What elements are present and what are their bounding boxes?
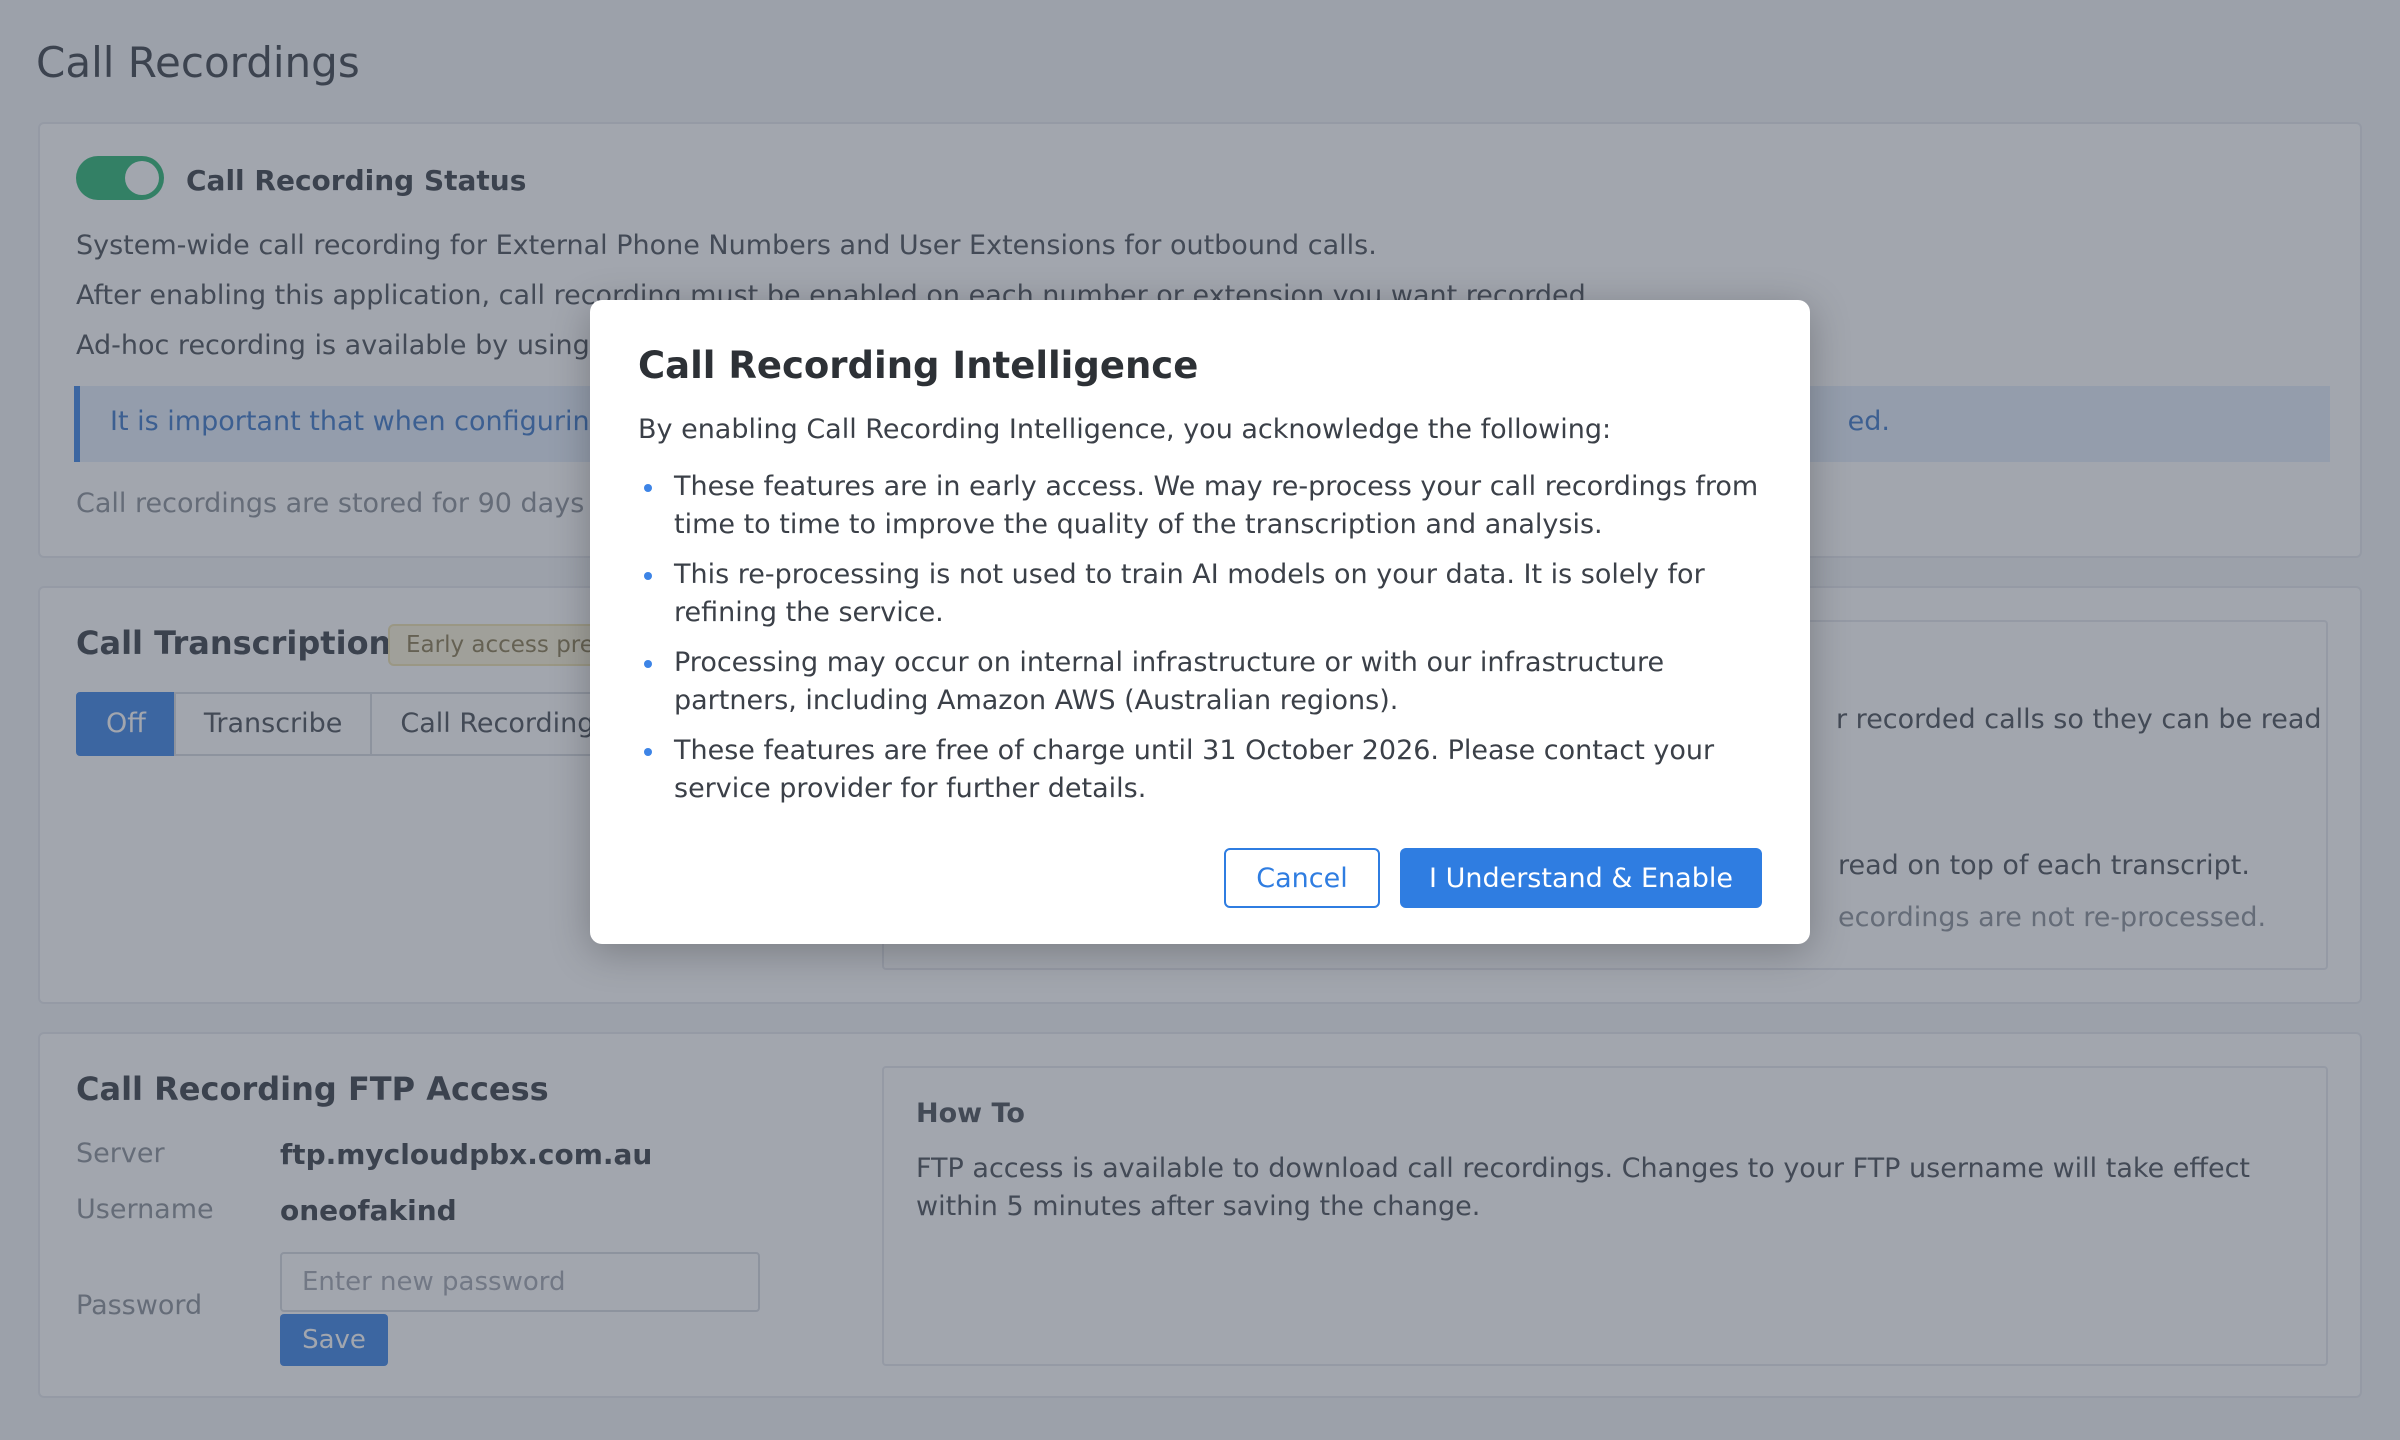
acknowledgement-item: These features are in early access. We m… <box>638 468 1768 544</box>
dialog-title: Call Recording Intelligence <box>638 344 1199 387</box>
acknowledgement-list: These features are in early access. We m… <box>638 468 1768 820</box>
dialog-intro: By enabling Call Recording Intelligence,… <box>638 414 1612 445</box>
acknowledgement-item: Processing may occur on internal infrast… <box>638 644 1768 720</box>
call-recording-intelligence-dialog: Call Recording Intelligence By enabling … <box>590 300 1810 944</box>
acknowledgement-item: This re-processing is not used to train … <box>638 556 1768 632</box>
acknowledgement-item: These features are free of charge until … <box>638 732 1768 808</box>
understand-enable-button[interactable]: I Understand & Enable <box>1400 848 1762 908</box>
cancel-button[interactable]: Cancel <box>1224 848 1380 908</box>
